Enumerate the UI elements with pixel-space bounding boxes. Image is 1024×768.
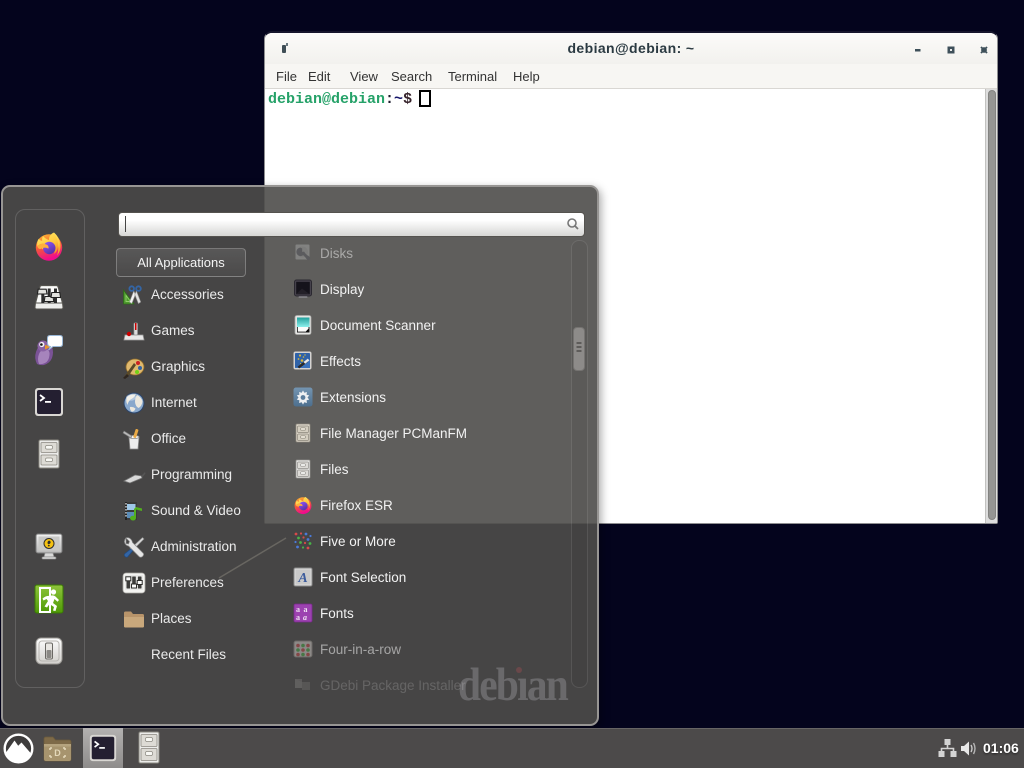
- svg-text:A: A: [297, 571, 307, 586]
- svg-text:a: a: [296, 613, 300, 622]
- svg-text:D: D: [54, 748, 61, 758]
- svg-text:a: a: [303, 613, 307, 622]
